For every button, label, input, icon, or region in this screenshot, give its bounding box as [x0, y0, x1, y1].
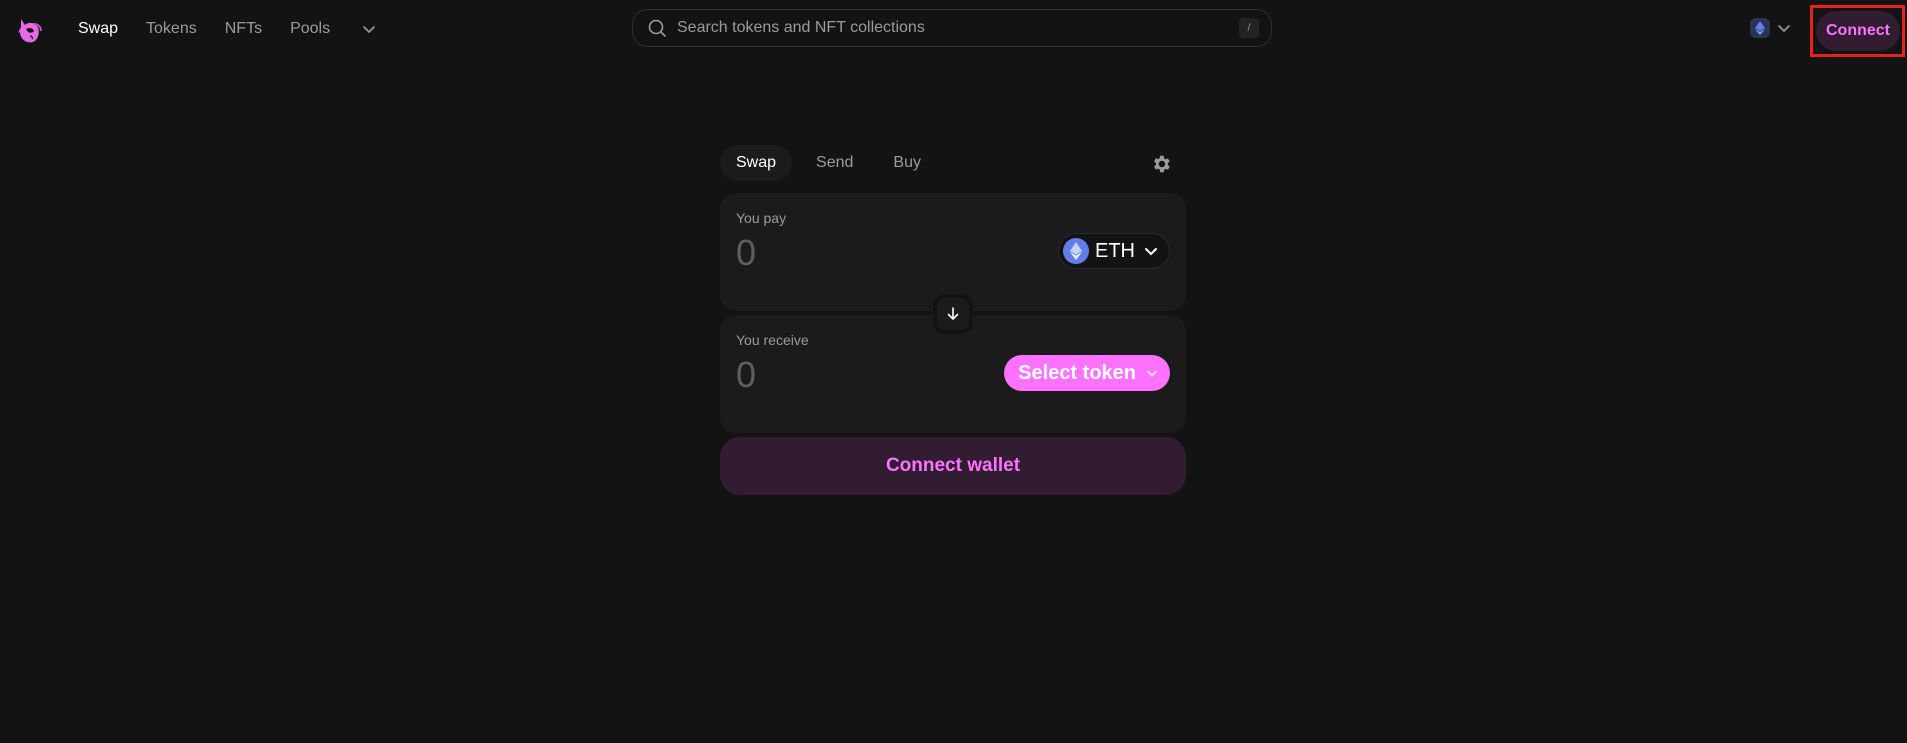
arrow-down-icon [947, 307, 959, 320]
receive-amount-input[interactable] [736, 353, 976, 397]
select-token-button[interactable]: Select token [1004, 355, 1170, 391]
swap-tabs: Swap Send Buy [720, 145, 1186, 181]
search-bar[interactable]: / [632, 9, 1272, 47]
eth-token-icon [1063, 238, 1089, 264]
uniswap-logo-icon[interactable] [12, 14, 44, 46]
top-navbar: Swap Tokens NFTs Pools / Connect [0, 0, 1907, 60]
pay-amount-input[interactable] [736, 231, 976, 275]
pay-label: You pay [736, 210, 787, 226]
pay-token-symbol: ETH [1095, 239, 1135, 262]
tab-send[interactable]: Send [800, 145, 869, 181]
chain-selector[interactable] [1750, 18, 1792, 38]
connect-wallet-button[interactable]: Connect wallet [720, 437, 1186, 495]
search-icon [648, 19, 666, 37]
tab-buy[interactable]: Buy [877, 145, 937, 181]
switch-tokens-button[interactable] [933, 294, 973, 334]
chevron-down-icon [1145, 248, 1157, 256]
nav-link-pools[interactable]: Pools [290, 18, 330, 40]
nav-link-nfts[interactable]: NFTs [225, 18, 262, 40]
chevron-down-icon [1778, 25, 1790, 33]
select-token-label: Select token [1018, 361, 1136, 384]
tab-swap[interactable]: Swap [720, 145, 793, 181]
connect-button[interactable]: Connect [1816, 11, 1900, 51]
pay-token-selector[interactable]: ETH [1058, 233, 1170, 269]
nav-links: Swap Tokens NFTs Pools [78, 18, 378, 40]
search-input[interactable] [677, 19, 1239, 37]
search-shortcut-key: / [1239, 18, 1259, 38]
gear-icon[interactable] [1150, 153, 1172, 175]
ethereum-icon [1750, 18, 1770, 38]
chevron-down-icon [1147, 370, 1157, 377]
nav-link-swap[interactable]: Swap [78, 18, 118, 40]
chevron-down-icon[interactable] [360, 20, 378, 38]
swap-widget: Swap Send Buy You pay ETH You r [720, 145, 1186, 495]
nav-link-tokens[interactable]: Tokens [146, 18, 197, 40]
